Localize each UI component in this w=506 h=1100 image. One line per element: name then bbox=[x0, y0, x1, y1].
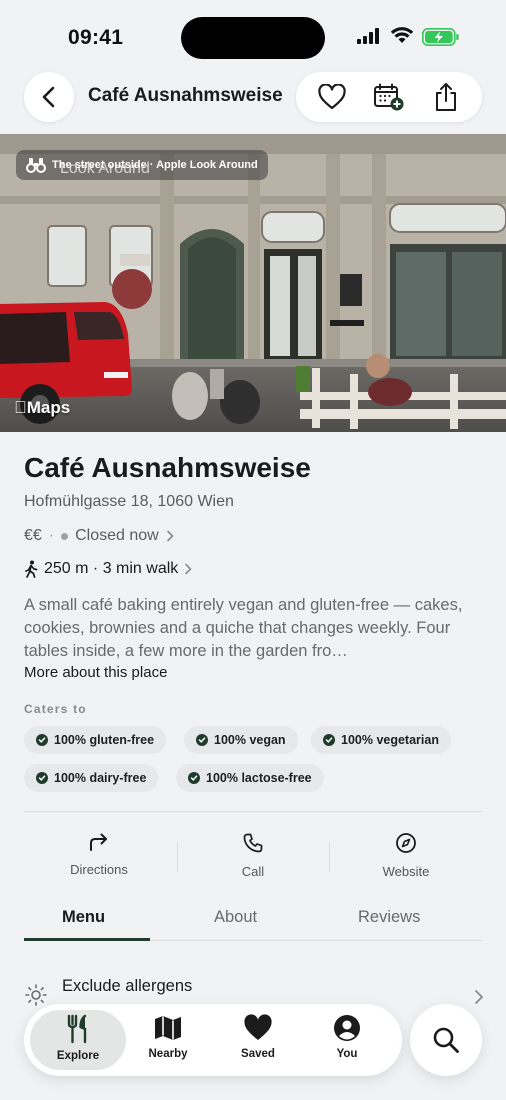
status-dot bbox=[61, 532, 69, 540]
meta-separator: · bbox=[48, 527, 55, 544]
diet-tag-label: 100% dairy-free bbox=[54, 771, 147, 785]
top-bar: Café Ausnahmsweise bbox=[24, 72, 482, 122]
wifi-icon bbox=[390, 27, 414, 43]
apple-logo-icon:  bbox=[14, 398, 27, 417]
phone-icon bbox=[243, 833, 263, 853]
directions-button[interactable]: Directions bbox=[54, 832, 144, 884]
check-circle-icon bbox=[323, 734, 335, 746]
calendar-add-icon bbox=[373, 83, 404, 111]
diet-tag-label: 100% gluten-free bbox=[54, 733, 155, 747]
look-around-image[interactable]: The street outside · Apple Look Around L… bbox=[0, 134, 506, 432]
place-name: Café Ausnahmsweise bbox=[24, 452, 311, 483]
favorite-button[interactable] bbox=[312, 77, 352, 117]
diet-tag-vegetarian: 100% vegetarian bbox=[311, 726, 451, 754]
website-label: Website bbox=[382, 864, 430, 879]
chevron-right-icon bbox=[475, 990, 484, 1004]
page-title: Café Ausnahmsweise bbox=[88, 85, 283, 106]
directions-label: Directions bbox=[70, 862, 128, 877]
status-time: 09:41 bbox=[68, 26, 124, 49]
tab-about[interactable]: About bbox=[214, 908, 257, 927]
cellular-signal-icon bbox=[357, 28, 379, 44]
active-tab-indicator bbox=[24, 938, 150, 941]
add-to-calendar-button[interactable] bbox=[369, 77, 409, 117]
header-actions bbox=[296, 72, 482, 122]
nav-saved[interactable]: Saved bbox=[218, 1014, 298, 1060]
walking-distance[interactable]: 250 m · 3 min walk bbox=[24, 560, 192, 578]
diet-tag-gluten-free: 100% gluten-free bbox=[24, 726, 167, 754]
place-meta[interactable]: €€ · Closed now bbox=[24, 527, 174, 545]
diet-tag-label: 100% vegan bbox=[214, 733, 286, 747]
search-icon bbox=[433, 1027, 459, 1053]
heart-icon bbox=[318, 84, 347, 110]
back-button[interactable] bbox=[24, 72, 74, 122]
diet-tag-dairy-free: 100% dairy-free bbox=[24, 764, 159, 792]
fork-knife-icon bbox=[67, 1014, 87, 1044]
diet-tag-lactose-free: 100% lactose-free bbox=[176, 764, 324, 792]
caters-to-label: Caters to bbox=[24, 702, 87, 716]
tab-reviews[interactable]: Reviews bbox=[358, 908, 420, 927]
dynamic-island bbox=[181, 17, 325, 59]
check-circle-icon bbox=[36, 772, 48, 784]
diet-tag-label: 100% vegetarian bbox=[341, 733, 439, 747]
chevron-right-icon bbox=[166, 530, 174, 542]
nav-nearby-label: Nearby bbox=[148, 1048, 188, 1060]
person-circle-icon bbox=[334, 1015, 360, 1041]
call-label: Call bbox=[241, 864, 265, 879]
walk-distance-text: 250 m · 3 min walk bbox=[44, 560, 179, 577]
nav-nearby[interactable]: Nearby bbox=[128, 1014, 208, 1060]
maps-watermark-text: Maps bbox=[14, 398, 70, 417]
exclude-allergens-label: Exclude allergens bbox=[62, 977, 193, 995]
check-circle-icon bbox=[196, 734, 208, 746]
tab-menu[interactable]: Menu bbox=[62, 908, 105, 927]
nav-you[interactable]: You bbox=[307, 1014, 387, 1060]
look-around-label: Look Around bbox=[60, 160, 150, 177]
arrow-turn-right-icon bbox=[90, 833, 107, 851]
heart-filled-icon bbox=[244, 1014, 272, 1040]
binoculars-icon bbox=[26, 158, 46, 173]
map-icon bbox=[155, 1016, 181, 1040]
diet-tag-label: 100% lactose-free bbox=[206, 771, 312, 785]
call-button[interactable]: Call bbox=[208, 832, 298, 884]
battery-charging-icon bbox=[422, 28, 459, 46]
status-bar: 09:41 bbox=[0, 0, 506, 70]
bottom-tab-bar: Explore Nearby Saved You bbox=[24, 1004, 402, 1076]
nav-explore[interactable]: Explore bbox=[38, 1014, 118, 1062]
share-icon bbox=[435, 83, 456, 111]
exclude-allergens-row[interactable]: Exclude allergens bbox=[24, 975, 484, 1006]
apple-maps-watermark: Maps bbox=[14, 398, 70, 418]
check-circle-icon bbox=[188, 772, 200, 784]
chevron-left-icon bbox=[42, 86, 55, 108]
website-button[interactable]: Website bbox=[361, 832, 451, 884]
chevron-right-icon bbox=[185, 563, 192, 575]
check-circle-icon bbox=[36, 734, 48, 746]
walking-person-icon bbox=[25, 560, 38, 578]
nav-you-label: You bbox=[336, 1048, 358, 1060]
opening-status: Closed now bbox=[75, 527, 159, 544]
diet-tag-vegan: 100% vegan bbox=[184, 726, 298, 754]
place-address: Hofmühlgasse 18, 1060 Wien bbox=[24, 493, 234, 510]
search-button[interactable] bbox=[410, 1004, 482, 1076]
more-about-link[interactable]: More about this place bbox=[24, 664, 167, 681]
nav-saved-label: Saved bbox=[241, 1048, 275, 1060]
price-level: €€ bbox=[24, 527, 42, 544]
sun-settings-icon bbox=[25, 984, 47, 1006]
compass-icon bbox=[396, 833, 416, 853]
share-button[interactable] bbox=[426, 77, 466, 117]
action-separator bbox=[177, 842, 178, 872]
action-separator bbox=[329, 842, 330, 872]
nav-explore-label: Explore bbox=[56, 1050, 100, 1062]
place-description: A small café baking entirely vegan and g… bbox=[24, 596, 463, 660]
section-divider bbox=[24, 811, 482, 812]
